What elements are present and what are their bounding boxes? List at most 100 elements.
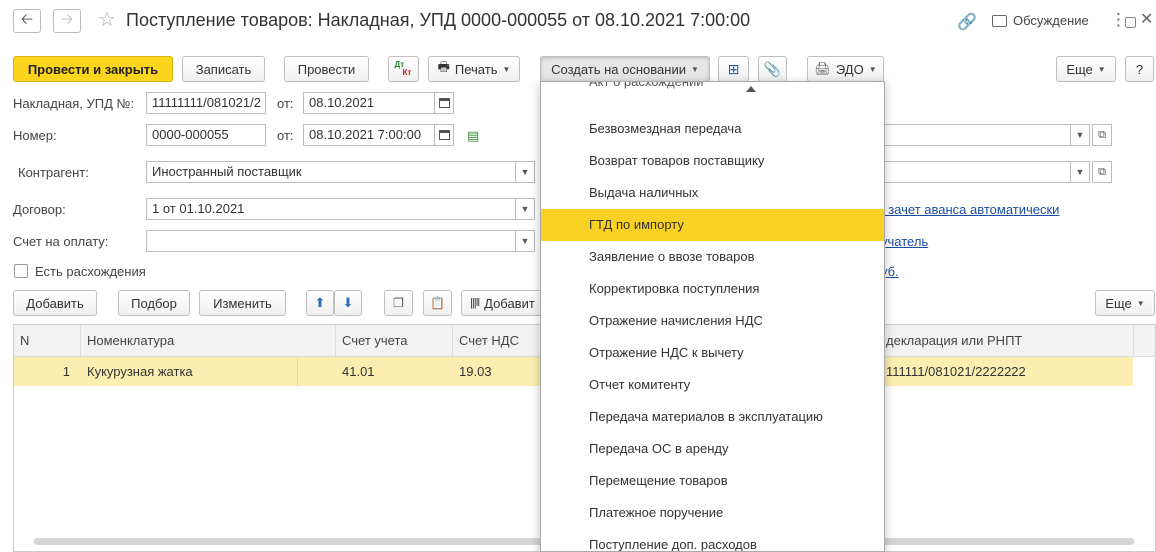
row-number: 1 xyxy=(62,364,70,379)
column-header-account[interactable]: Счет учета xyxy=(336,325,453,357)
menu-item-committent-report[interactable]: Отчет комитенту xyxy=(541,369,884,401)
number-label: Номер: xyxy=(13,128,57,143)
menu-item-cash-issue[interactable]: Выдача наличных xyxy=(541,177,884,209)
warehouse-dropdown-button[interactable]: ▼ xyxy=(1070,161,1090,183)
add-by-barcode-button[interactable]: |||‖ Добавит xyxy=(461,290,551,316)
edo-icon: 🖨 xyxy=(814,61,831,76)
menu-item-goods-transfer[interactable]: Перемещение товаров xyxy=(541,465,884,497)
invoice-date-label: от: xyxy=(277,96,294,111)
maximize-icon[interactable]: ▢ xyxy=(1124,11,1137,31)
post-and-close-button[interactable]: Провести и закрыть xyxy=(13,56,173,82)
move-down-button[interactable]: ⬇ xyxy=(334,290,362,316)
row-vat-account[interactable]: 19.03 xyxy=(453,357,553,386)
contract-field[interactable]: 1 от 01.10.2021 xyxy=(146,198,516,220)
column-header-n[interactable]: N xyxy=(14,325,81,357)
hierarchy-icon: ⊞ xyxy=(727,60,740,77)
post-button[interactable]: Провести xyxy=(284,56,369,82)
attach-button[interactable]: 📎 xyxy=(758,56,787,82)
back-arrow-icon: 🡠 xyxy=(20,10,34,28)
payment-invoice-label: Счет на оплату: xyxy=(13,234,109,249)
organization-dropdown-button[interactable]: ▼ xyxy=(1070,124,1090,146)
change-button[interactable]: Изменить xyxy=(199,290,286,316)
counterparty-field[interactable]: Иностранный поставщик xyxy=(146,161,516,183)
paste-button[interactable]: 📋 xyxy=(423,290,452,316)
open-window-icon: ⧉ xyxy=(1098,165,1106,178)
menu-item-vat-deduction[interactable]: Отражение НДС к вычету xyxy=(541,337,884,369)
menu-item-vat-accrual[interactable]: Отражение начисления НДС xyxy=(541,305,884,337)
copy-button[interactable]: ❐ xyxy=(384,290,413,316)
document-status-icon[interactable]: ▤ xyxy=(467,128,479,144)
create-based-on-button[interactable]: Создать на основании ▼ xyxy=(540,56,710,82)
calendar-icon xyxy=(438,98,450,108)
dt-kt-button[interactable]: Дт Кт xyxy=(388,56,419,82)
close-icon[interactable]: ✕ xyxy=(1140,10,1153,30)
more-button[interactable]: Еще ▼ xyxy=(1056,56,1116,82)
menu-item-additional-expenses[interactable]: Поступление доп. расходов xyxy=(541,529,884,551)
help-button[interactable]: ? xyxy=(1125,56,1154,82)
move-up-button[interactable]: ⬆ xyxy=(306,290,334,316)
number-date-label: от: xyxy=(277,128,294,143)
organization-field[interactable] xyxy=(884,124,1071,146)
menu-item-return-to-supplier[interactable]: Возврат товаров поставщику xyxy=(541,145,884,177)
dt-kt-icon: Дт Кт xyxy=(394,60,414,78)
discrepancies-checkbox[interactable] xyxy=(14,264,28,278)
back-button[interactable]: 🡠 xyxy=(13,9,41,33)
warehouse-open-button[interactable]: ⧉ xyxy=(1092,161,1112,183)
link-icon[interactable]: 🔗 xyxy=(957,12,977,32)
menu-item-receipt-correction[interactable]: Корректировка поступления xyxy=(541,273,884,305)
number-field[interactable]: 0000-000055 xyxy=(146,124,266,146)
recipient-link[interactable]: учатель xyxy=(881,234,928,249)
printer-icon: 🖶 xyxy=(437,59,450,74)
counterparty-dropdown-button[interactable]: ▼ xyxy=(515,161,535,183)
chevron-down-icon: ▼ xyxy=(1136,298,1145,308)
discussion-icon xyxy=(992,14,1007,27)
row-declaration[interactable]: 111111/081021/2222222 xyxy=(880,357,1134,386)
copy-icon: ❐ xyxy=(393,296,404,310)
calendar-button[interactable] xyxy=(434,92,454,114)
pick-button[interactable]: Подбор xyxy=(118,290,190,316)
menu-item-asset-lease[interactable]: Передача ОС в аренду xyxy=(541,433,884,465)
invoice-number-field[interactable]: 11111111/081021/2 xyxy=(146,92,266,114)
table-more-button[interactable]: Еще ▼ xyxy=(1095,290,1155,316)
create-based-on-menu: Акт о расхождении Безвозмездная передача… xyxy=(540,81,885,552)
menu-item-clipped[interactable]: Акт о расхождении xyxy=(541,82,884,98)
structure-button[interactable]: ⊞ xyxy=(718,56,749,82)
row-item[interactable]: Кукурузная жатка xyxy=(81,357,298,386)
paste-icon: 📋 xyxy=(430,296,445,310)
calendar-button[interactable] xyxy=(434,124,454,146)
forward-button[interactable]: 🡢 xyxy=(53,9,81,33)
chevron-down-icon: ▼ xyxy=(502,64,511,74)
forward-arrow-icon: 🡢 xyxy=(60,10,74,28)
menu-item-free-transfer[interactable]: Безвозмездная передача xyxy=(541,113,884,145)
menu-item-payment-order[interactable]: Платежное поручение xyxy=(541,497,884,529)
discrepancies-label: Есть расхождения xyxy=(35,264,146,279)
barcode-icon: |||‖ xyxy=(470,297,480,309)
edo-button[interactable]: 🖨 ЭДО ▼ xyxy=(807,56,884,82)
arrow-up-icon: ⬆ xyxy=(314,295,326,310)
row-account[interactable]: 41.01 xyxy=(336,357,453,386)
payment-invoice-field[interactable] xyxy=(146,230,516,252)
organization-open-button[interactable]: ⧉ xyxy=(1092,124,1112,146)
menu-item-import-statement[interactable]: Заявление о ввозе товаров xyxy=(541,241,884,273)
number-datetime-field[interactable]: 08.10.2021 7:00:00 xyxy=(303,124,435,146)
payment-invoice-dropdown-button[interactable]: ▼ xyxy=(515,230,535,252)
star-icon[interactable]: ☆ xyxy=(98,9,116,31)
contract-dropdown-button[interactable]: ▼ xyxy=(515,198,535,220)
advance-offset-link[interactable]: , зачет аванса автоматически xyxy=(881,202,1059,217)
column-header-vat-account[interactable]: Счет НДС xyxy=(453,325,553,357)
add-row-button[interactable]: Добавить xyxy=(13,290,97,316)
more-label: Еще xyxy=(1066,61,1093,77)
menu-item-import-declaration[interactable]: ГТД по импорту xyxy=(541,209,884,241)
save-button[interactable]: Записать xyxy=(182,56,265,82)
scroll-up-arrow-icon[interactable] xyxy=(746,86,756,92)
invoice-date-field[interactable]: 08.10.2021 xyxy=(303,92,435,114)
column-header-declaration[interactable]: декларация или РНПТ xyxy=(880,325,1134,357)
column-header-item[interactable]: Номенклатура xyxy=(81,325,336,357)
chevron-down-icon: ▼ xyxy=(1097,64,1106,74)
discussion-button[interactable]: Обсуждение xyxy=(992,13,1089,28)
table-more-label: Еще xyxy=(1105,295,1132,311)
print-button[interactable]: 🖶 Печать ▼ xyxy=(428,56,520,82)
contract-label: Договор: xyxy=(13,202,66,217)
menu-item-materials-transfer[interactable]: Передача материалов в эксплуатацию xyxy=(541,401,884,433)
warehouse-field[interactable] xyxy=(884,161,1071,183)
